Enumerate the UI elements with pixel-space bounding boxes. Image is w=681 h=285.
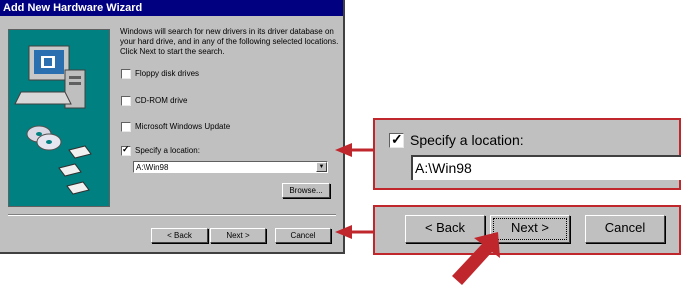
next-pointer-arrow-icon [452,232,500,285]
location-arrow-icon [335,143,373,157]
buttons-arrow-icon [335,225,373,239]
callout-arrows [335,143,500,285]
